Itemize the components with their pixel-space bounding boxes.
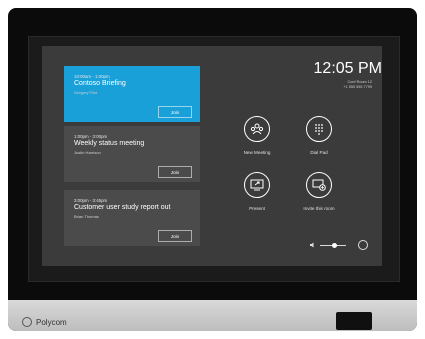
join-button[interactable]: Join <box>158 166 192 178</box>
join-button[interactable]: Join <box>158 230 192 242</box>
present-button[interactable]: Present <box>232 172 282 211</box>
polycom-logo-icon <box>22 317 32 327</box>
new-meeting-button[interactable]: New Meeting <box>232 116 282 155</box>
dial-pad-label: Dial Pad <box>310 150 328 155</box>
meeting-title: Weekly status meeting <box>74 140 145 147</box>
meeting-card[interactable]: 3:00pm - 3:45pm Customer user study repo… <box>64 190 200 246</box>
invite-room-button[interactable]: Invite this room <box>294 172 344 211</box>
meeting-title: Contoso Briefing <box>74 80 126 87</box>
touch-screen: 10:00am - 1:00pm Contoso Briefing Gregor… <box>42 46 382 266</box>
brand-logo: Polycom <box>22 317 67 327</box>
speaker-icon <box>310 242 314 248</box>
dialpad-icon <box>306 116 332 142</box>
room-info: Conf Room 12 +1 555 555 7799 <box>292 80 372 90</box>
meeting-organizer: Gregory Flint <box>74 90 98 95</box>
people-icon <box>244 116 270 142</box>
camera-sensor <box>336 312 372 330</box>
dial-pad-button[interactable]: Dial Pad <box>294 116 344 155</box>
room-phone: +1 555 555 7799 <box>343 85 372 89</box>
meeting-time: 1:00pm - 3:00pm <box>74 134 108 139</box>
volume-slider[interactable] <box>320 242 346 248</box>
clock-time: 12:05 PM <box>313 60 382 77</box>
meeting-card[interactable]: 10:00am - 1:00pm Contoso Briefing Gregor… <box>64 66 200 122</box>
settings-icon[interactable] <box>358 240 368 250</box>
meeting-card[interactable]: 1:00pm - 3:00pm Weekly status meeting Ju… <box>64 126 200 182</box>
meeting-organizer: Justin Harrison <box>74 150 101 155</box>
brand-name: Polycom <box>36 317 67 327</box>
join-button[interactable]: Join <box>158 106 192 118</box>
volume-control[interactable] <box>310 242 346 248</box>
invite-room-label: Invite this room <box>303 206 335 211</box>
volume-knob[interactable] <box>331 242 337 248</box>
present-label: Present <box>249 206 265 211</box>
meeting-organizer: Brian Thomas <box>74 214 99 219</box>
meeting-time: 10:00am - 1:00pm <box>74 74 110 79</box>
new-meeting-label: New Meeting <box>243 150 271 155</box>
invite-room-icon <box>306 172 332 198</box>
meeting-title: Customer user study report out <box>74 204 171 211</box>
meeting-time: 3:00pm - 3:45pm <box>74 198 108 203</box>
present-icon <box>244 172 270 198</box>
